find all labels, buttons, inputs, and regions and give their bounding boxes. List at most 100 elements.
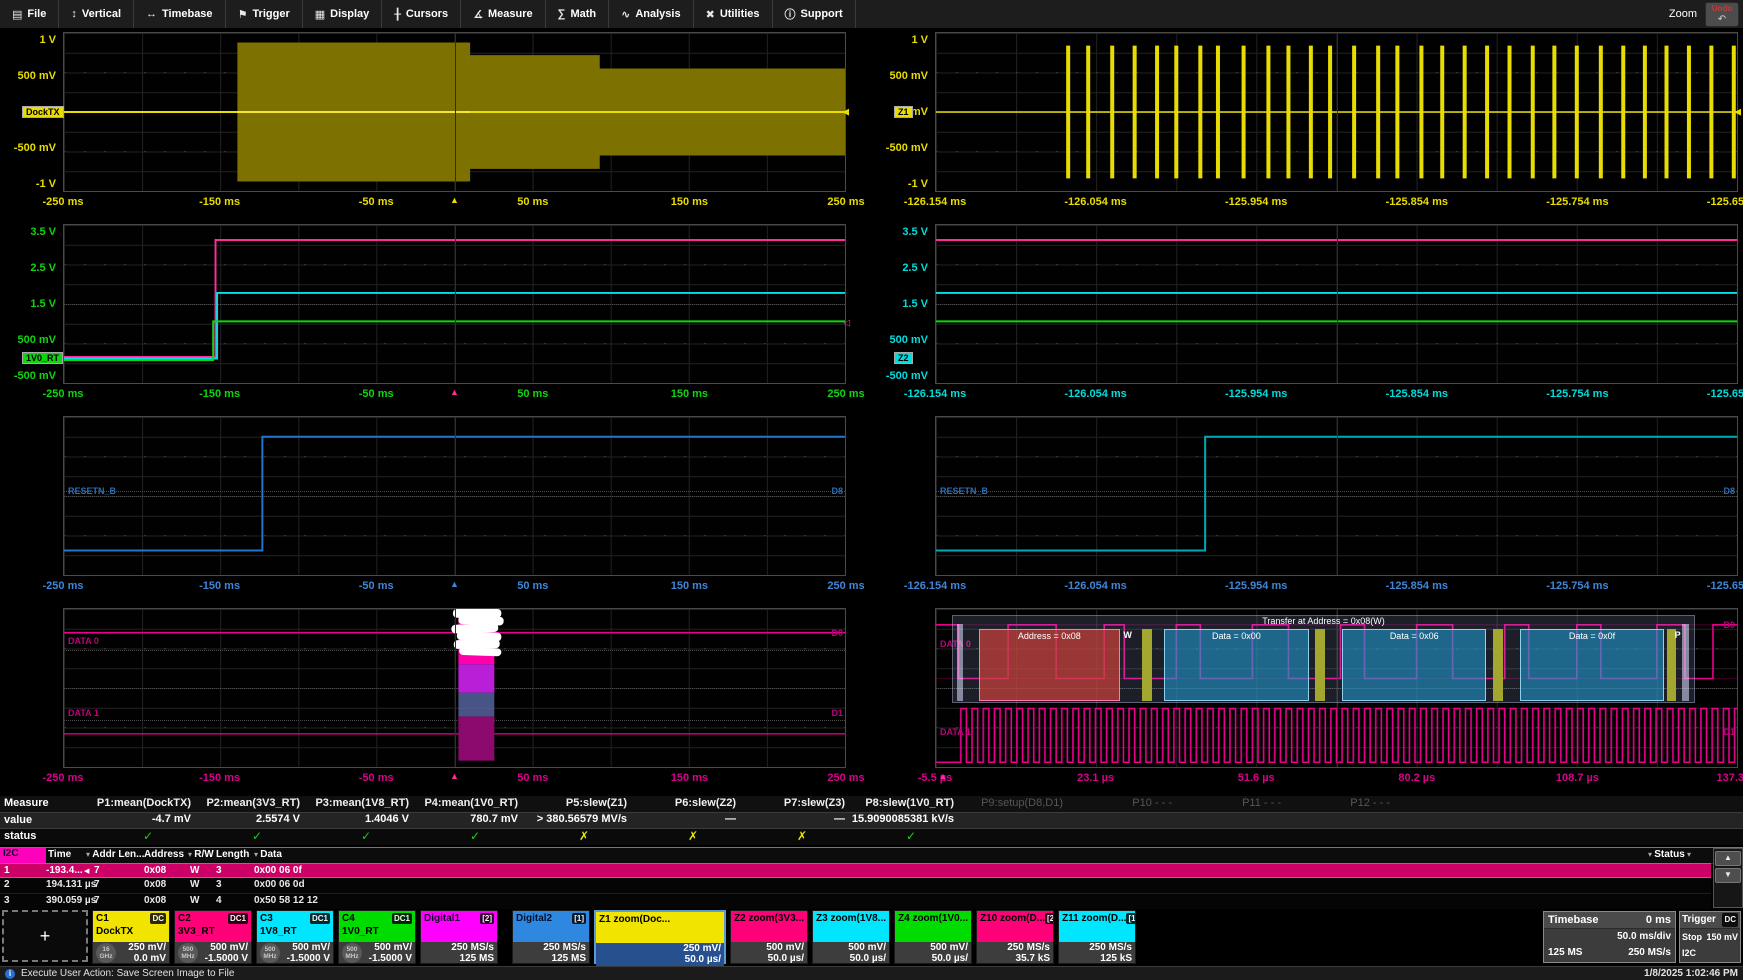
trigger-level-marker-icon[interactable] bbox=[843, 317, 850, 328]
trace-descriptor-box[interactable]: C2 DC1 3V3_RT 500MHz 500 mV/-1.5000 V bbox=[174, 910, 252, 964]
i2c-header-time[interactable]: Time bbox=[48, 849, 71, 860]
measure-column[interactable]: P8:slew(1V0_RT) 15.9090085381 kV/s ✓ bbox=[851, 796, 960, 846]
x-axis-tick: -50 ms bbox=[359, 196, 394, 208]
trace-descriptor-box[interactable]: Z4 zoom(1V0... 500 mV/50.0 µs/ bbox=[894, 910, 972, 964]
menu-item[interactable]: ∡ Measure bbox=[461, 0, 546, 28]
measure-column[interactable]: P10 - - - bbox=[1069, 796, 1178, 846]
trace-descriptor-box[interactable]: C4 DC1 1V0_RT 500MHz 500 mV/-1.5000 V bbox=[338, 910, 416, 964]
menu-item[interactable]: ✖ Utilities bbox=[694, 0, 773, 28]
measure-table: Measure value status P1:mean(DockTX) -4.… bbox=[0, 796, 1743, 846]
measure-column[interactable]: P1:mean(DockTX) -4.7 mV ✓ bbox=[88, 796, 197, 846]
trigger-position-marker-icon[interactable] bbox=[939, 771, 948, 781]
channel-badge-z2[interactable]: Z2 bbox=[894, 352, 913, 364]
file-icon: ▤ bbox=[12, 8, 22, 21]
channel-badge-docktx[interactable]: DockTX bbox=[22, 106, 64, 118]
measure-column[interactable]: P6:slew(Z2) — ✗ bbox=[633, 796, 742, 846]
trace-scale: 250 mV/ bbox=[683, 943, 721, 954]
waveform-grid-data-bus[interactable]: DATA 0 DATA 1 D0 D1 bbox=[63, 608, 846, 768]
x-axis-tick: -250 ms bbox=[43, 772, 84, 784]
menu-item[interactable]: ⓘ Support bbox=[773, 0, 856, 28]
measure-column[interactable]: P3:mean(1V8_RT) 1.4046 V ✓ bbox=[306, 796, 415, 846]
trace-descriptor-box[interactable]: Z10 zoom(D... [2] 250 MS/s35.7 kS bbox=[976, 910, 1054, 964]
measure-column[interactable]: P11 - - - bbox=[1178, 796, 1287, 846]
trace-descriptor-box[interactable]: Z11 zoom(D... [1] 250 MS/s125 kS bbox=[1058, 910, 1136, 964]
x-axis-tick: -125.854 ms bbox=[1386, 388, 1448, 400]
grid-z1: 1 V 500 mV 0 mV -500 mV -1 V Z1 -126.154… bbox=[860, 32, 1743, 214]
measure-column[interactable]: P7:slew(Z3) — ✗ bbox=[742, 796, 851, 846]
zoom-mode-label: Zoom bbox=[1669, 8, 1697, 20]
trace-offset: -1.5000 V bbox=[287, 953, 330, 964]
measure-column[interactable]: P12 - - - bbox=[1287, 796, 1396, 846]
grid-data-bus: DATA 0 DATA 1 D0 D1 -250 ms -150 ms -50 … bbox=[0, 608, 846, 790]
channel-badge-z1[interactable]: Z1 bbox=[894, 106, 913, 118]
channel-badge-1v0rt[interactable]: 1V0_RT bbox=[22, 352, 63, 364]
i2c-table-row[interactable]: 2 194.131 µs 7 0x08 W 3 0x00 06 0d bbox=[0, 878, 1711, 894]
i2c-table-row[interactable]: 1 -193.4... ◀ 7 0x08 W 3 0x00 06 0f bbox=[0, 863, 1711, 878]
i2c-header-rw[interactable]: R/W bbox=[188, 849, 214, 860]
menu-item[interactable]: ↔ Timebase bbox=[134, 0, 226, 28]
trace-descriptor-box[interactable]: C3 DC1 1V8_RT 500MHz 500 mV/-1.5000 V bbox=[256, 910, 334, 964]
menu-item[interactable]: ⚑ Trigger bbox=[226, 0, 303, 28]
i2c-header-status[interactable]: Status bbox=[1648, 849, 1691, 860]
trace-descriptor-box[interactable]: Digital2 [1] 250 MS/s125 MS bbox=[512, 910, 590, 964]
menu-item[interactable]: ∿ Analysis bbox=[609, 0, 693, 28]
measure-column[interactable]: P5:slew(Z1) > 380.56579 MV/s ✗ bbox=[524, 796, 633, 846]
i2c-header-addrlen[interactable]: Addr Len... bbox=[86, 849, 144, 860]
waveform-grid-z2[interactable]: Z2 bbox=[935, 224, 1738, 384]
zero-level-marker-icon[interactable] bbox=[1734, 107, 1741, 118]
i2c-data-box: Data = 0x00 bbox=[1164, 629, 1308, 700]
menu-item[interactable]: ▦ Display bbox=[303, 0, 383, 28]
trigger-position-marker-icon[interactable] bbox=[450, 579, 459, 589]
scroll-down-icon[interactable] bbox=[1715, 868, 1741, 883]
i2c-header-address[interactable]: Address bbox=[144, 849, 184, 860]
trace-id: Digital1 bbox=[424, 912, 460, 925]
y-axis-tick: 1.5 V bbox=[902, 298, 928, 310]
trace-scale: 500 mV/ bbox=[930, 942, 968, 953]
trace-descriptor-box[interactable]: Digital1 [2] 250 MS/s125 MS bbox=[420, 910, 498, 964]
measure-status-icon: ✓ bbox=[361, 829, 371, 843]
waveform-grid-i2c-zoom[interactable]: Transfer at Address = 0x08(W) Address = … bbox=[935, 608, 1738, 768]
waveform-grid-power-rails[interactable]: 1V0_RT bbox=[63, 224, 846, 384]
timebase-box[interactable]: Timebase 0 ms 50.0 ms/div 125 MS 250 MS/… bbox=[1543, 911, 1676, 963]
timebase-scale: 50.0 ms/div bbox=[1544, 929, 1675, 945]
trace-id: Z3 zoom(1V8... bbox=[816, 912, 886, 925]
menu-item[interactable]: ∑ Math bbox=[546, 0, 610, 28]
trace-scale: 500 mV/ bbox=[205, 942, 248, 953]
trace-descriptor-box[interactable]: Z1 zoom(Doc... 250 mV/50.0 µs/ bbox=[594, 910, 726, 964]
i2c-header-data[interactable]: Data bbox=[254, 849, 282, 860]
menu-item[interactable]: ▤ File bbox=[0, 0, 59, 28]
trace-label: 1V0_RT bbox=[342, 925, 412, 938]
measure-column[interactable]: P2:mean(3V3_RT) 2.5574 V ✓ bbox=[197, 796, 306, 846]
add-trace-button[interactable]: + bbox=[2, 910, 88, 962]
waveform-grid-z1[interactable]: Z1 bbox=[935, 32, 1738, 192]
trigger-position-marker-icon[interactable] bbox=[450, 387, 459, 397]
bandwidth-badge: 500MHz bbox=[342, 943, 362, 963]
undo-button[interactable]: Undo bbox=[1705, 2, 1739, 27]
measure-column[interactable]: P4:mean(1V0_RT) 780.7 mV ✓ bbox=[415, 796, 524, 846]
resetn-zoom-waveform bbox=[936, 417, 1737, 575]
x-axis-labels: -250 ms -150 ms -50 ms 50 ms 150 ms 250 … bbox=[63, 770, 846, 788]
i2c-protocol-tab[interactable]: I2C bbox=[0, 848, 46, 863]
measure-status-icon: ✓ bbox=[470, 829, 480, 843]
trace-descriptor-box[interactable]: Z3 zoom(1V8... 500 mV/50.0 µs/ bbox=[812, 910, 890, 964]
waveform-grid-docktx[interactable]: DockTX bbox=[63, 32, 846, 192]
menu-item[interactable]: ╂ Cursors bbox=[382, 0, 461, 28]
menu-item[interactable]: ↕ Vertical bbox=[59, 0, 134, 28]
x-axis-tick: -50 ms bbox=[359, 388, 394, 400]
trigger-position-marker-icon[interactable] bbox=[450, 771, 459, 781]
i2c-table-scrollbar[interactable] bbox=[1713, 848, 1743, 908]
zero-level-marker-icon[interactable] bbox=[842, 107, 849, 118]
trace-descriptor-box[interactable]: Z2 zoom(3V3... 500 mV/50.0 µs/ bbox=[730, 910, 808, 964]
scroll-up-icon[interactable] bbox=[1715, 851, 1741, 866]
trace-descriptor-box[interactable]: C1 DC DockTX 16GHz 250 mV/0.0 mV bbox=[92, 910, 170, 964]
y-axis-tick: 500 mV bbox=[889, 70, 928, 82]
trigger-box[interactable]: Trigger DC Stop 150 mV I2C bbox=[1679, 911, 1741, 963]
cursors-icon: ╂ bbox=[394, 8, 401, 21]
trigger-position-marker-icon[interactable] bbox=[450, 195, 459, 205]
waveform-grid-resetn-zoom[interactable]: RESETN_B D8 bbox=[935, 416, 1738, 576]
digital-line-id: D0 bbox=[831, 628, 843, 638]
i2c-header-length[interactable]: Length bbox=[216, 849, 249, 860]
i2c-table-row[interactable]: 3 390.059 µs 7 0x08 W 4 0x50 58 12 12 bbox=[0, 894, 1711, 910]
waveform-grid-resetn[interactable]: RESETN_B D8 bbox=[63, 416, 846, 576]
measure-column[interactable]: P9:setup(D8,D1) bbox=[960, 796, 1069, 846]
